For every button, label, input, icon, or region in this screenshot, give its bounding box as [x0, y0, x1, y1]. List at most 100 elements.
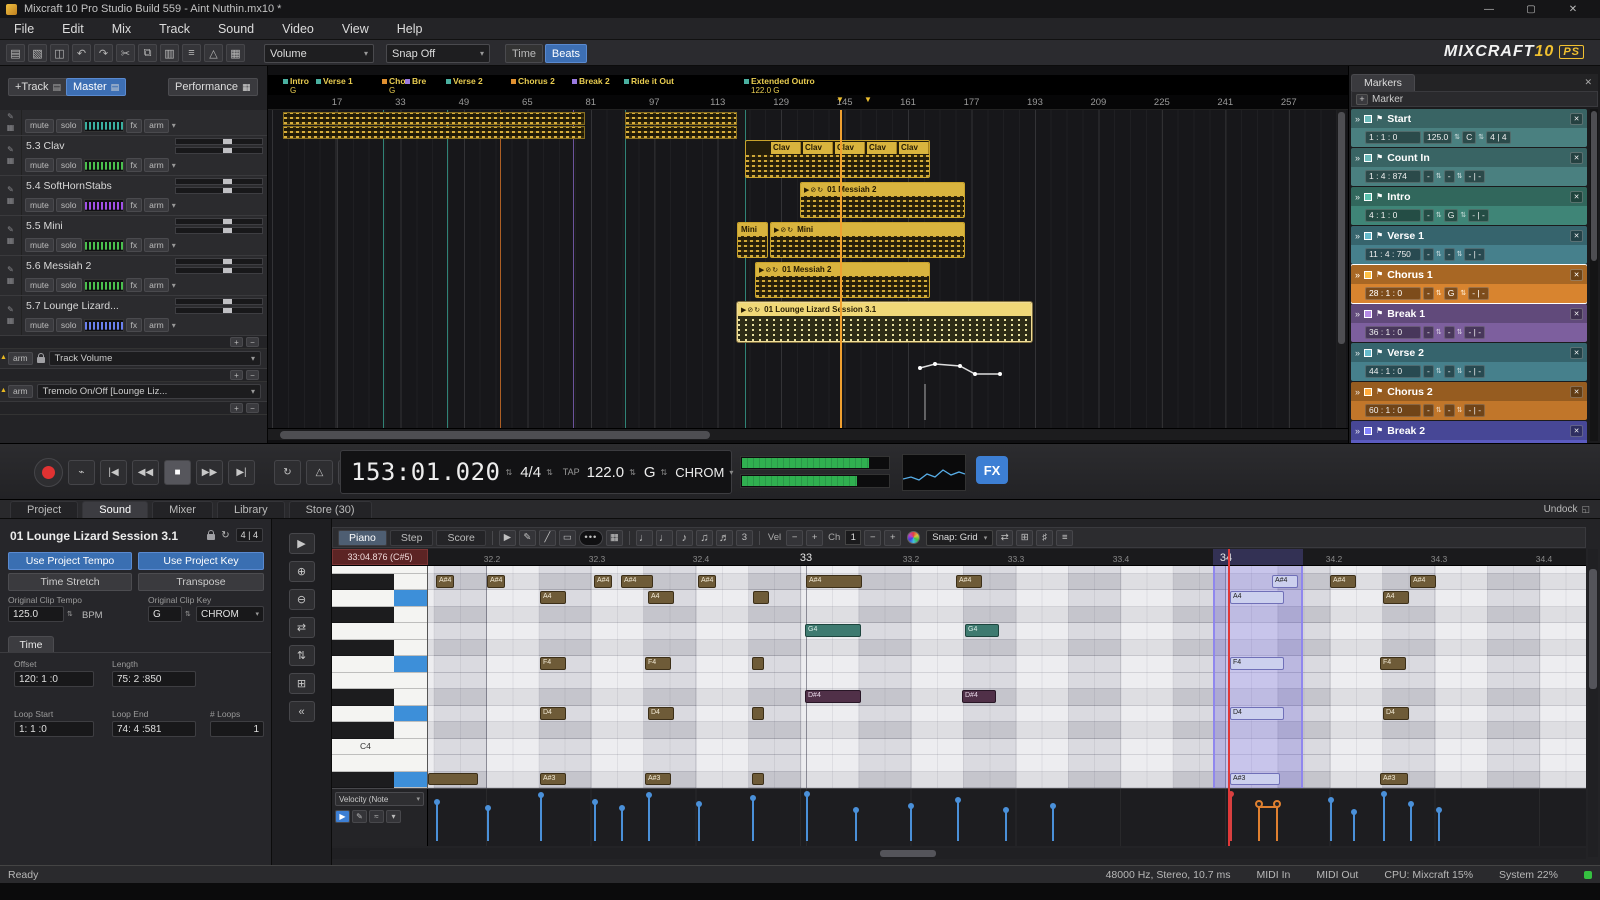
velocity-play-button[interactable]: ▶ — [335, 810, 350, 823]
clip-grid[interactable]: ClavClavClavClavClav▶⊘↻01 Messiah 2Mini▶… — [268, 110, 1348, 428]
timeline-ruler[interactable]: 1733496581971131291451611771932092252412… — [268, 95, 1348, 110]
midi-keyboard-icon[interactable]: ▦ — [226, 44, 245, 62]
clip-01-lounge-lizard-session-3-1[interactable]: ▶⊘↻01 Lounge Lizard Session 3.1 — [737, 302, 1032, 342]
midi-note-f4[interactable]: F4 — [540, 657, 566, 670]
velocity-stem[interactable] — [855, 811, 857, 841]
loop-record-button[interactable]: ⌁ — [68, 460, 95, 485]
remove-automation-lane-button[interactable]: − — [246, 403, 259, 413]
song-marker-chorus-2[interactable]: Chorus 2 — [511, 76, 555, 86]
instrument-icon[interactable]: ▦ — [7, 197, 15, 205]
midi-note-a-3[interactable] — [752, 773, 764, 786]
new-project-icon[interactable]: ▤ — [6, 44, 25, 62]
marker-color-chip[interactable] — [1364, 388, 1372, 396]
piano-roll-snap-select[interactable]: Snap: Grid▾ — [926, 530, 993, 546]
track-slider[interactable] — [175, 147, 263, 154]
clip-clav[interactable]: Clav — [867, 142, 897, 154]
menu-view[interactable]: View — [328, 18, 383, 40]
menu-file[interactable]: File — [0, 18, 48, 40]
use-project-key-button[interactable]: Use Project Key — [138, 552, 264, 570]
track-row-5-7-lounge-lizard[interactable]: ✎▦5.7 Lounge Lizard...mutesolofxarm▾ — [0, 296, 267, 336]
velocity-stem[interactable] — [1410, 805, 1412, 841]
marker-signature[interactable]: 4 | 4 — [1486, 131, 1510, 144]
song-marker-extended-outro[interactable]: Extended Outro122.0 G — [744, 76, 815, 95]
note-color-picker[interactable] — [907, 531, 920, 544]
midi-note-g4[interactable]: G4 — [965, 624, 999, 637]
marker-tempo[interactable]: - — [1423, 209, 1434, 222]
marker-delete-button[interactable]: ✕ — [1570, 230, 1583, 242]
pr-tab-step[interactable]: Step — [390, 530, 434, 546]
lock-icon[interactable] — [207, 534, 215, 540]
loop-marker-icon[interactable]: ▼ — [836, 95, 844, 104]
time-stretch-button[interactable]: Time Stretch — [8, 573, 132, 591]
pr-tab-piano[interactable]: Piano — [338, 530, 387, 546]
midi-note-a4[interactable]: A4 — [1383, 591, 1409, 604]
edit-icon[interactable]: ✎ — [7, 306, 14, 314]
velocity-stem[interactable] — [540, 796, 542, 841]
piano-key-f-4[interactable] — [332, 640, 427, 656]
midi-note-a-4[interactable]: A#4 — [1330, 575, 1356, 588]
velocity-stem[interactable] — [752, 799, 754, 841]
midi-note-a-4[interactable]: A#4 — [487, 575, 505, 588]
clip-mini[interactable]: ▶⊘↻Mini — [770, 222, 965, 258]
marker-reorder-icon[interactable]: » — [1355, 270, 1360, 280]
velocity-stem[interactable] — [487, 809, 489, 841]
velocity-lane[interactable]: Velocity (Note▾ ▶✎≈▾ — [332, 788, 1586, 846]
marker-color-chip[interactable] — [1364, 271, 1372, 279]
add-marker-button[interactable]: + Marker — [1351, 91, 1598, 107]
marker-tempo[interactable]: - — [1423, 326, 1434, 339]
time-mode-button[interactable]: Time — [505, 44, 543, 63]
menu-mix[interactable]: Mix — [98, 18, 145, 40]
marker-position[interactable]: 1 : 1 : 0 — [1365, 131, 1421, 144]
marker-key[interactable]: - — [1444, 404, 1455, 417]
velocity-stem[interactable] — [436, 803, 438, 841]
song-marker-verse-1[interactable]: Verse 1 — [316, 76, 353, 86]
markers-scrollbar[interactable] — [1590, 109, 1598, 441]
arm-button[interactable]: arm — [144, 278, 169, 292]
zoom-out-button[interactable]: ⊖ — [289, 589, 315, 610]
tuplet-button[interactable]: 3 — [736, 530, 753, 546]
midi-note-a-4[interactable]: A#4 — [806, 575, 862, 588]
marker-signature[interactable]: - | - — [1464, 248, 1485, 261]
remove-automation-lane-button[interactable]: − — [246, 370, 259, 380]
stop-button[interactable]: ■ — [164, 460, 191, 485]
song-marker-break-2[interactable]: Break 2 — [572, 76, 610, 86]
marker-item-verse-2[interactable]: »⚑Verse 2✕44 : 1 : 0-⇅-⇅- | - — [1351, 343, 1587, 381]
chord-mode-toggle[interactable]: ••• — [579, 530, 603, 546]
track-options-caret[interactable]: ▾ — [172, 281, 176, 290]
close-button[interactable]: ✕ — [1552, 0, 1594, 18]
velocity-stem[interactable] — [1052, 807, 1054, 841]
marker-tempo[interactable]: - — [1423, 365, 1434, 378]
chevron-down-icon[interactable]: ▾ — [729, 468, 733, 477]
marker-color-chip[interactable] — [1364, 154, 1372, 162]
cut-icon[interactable]: ✂ — [116, 44, 135, 62]
whole-note-button[interactable]: ♩ — [636, 530, 653, 546]
marker-reorder-icon[interactable]: » — [1355, 348, 1360, 358]
velocity-stem[interactable] — [698, 805, 700, 841]
quarter-note-button[interactable]: ♪ — [676, 530, 693, 546]
scale-display[interactable]: CHROM — [675, 465, 724, 480]
track-options-caret[interactable]: ▾ — [172, 121, 176, 130]
track-options-caret[interactable]: ▾ — [172, 241, 176, 250]
midi-note-f4[interactable] — [752, 657, 764, 670]
offset-field[interactable]: 120: 1 :0 — [14, 671, 94, 687]
go-to-start-button[interactable]: |◀ — [100, 460, 127, 485]
velocity-stem[interactable] — [1005, 811, 1007, 841]
midi-note-d-4[interactable]: D#4 — [962, 690, 996, 703]
midi-note-a4[interactable]: A4 — [648, 591, 674, 604]
menu-edit[interactable]: Edit — [48, 18, 98, 40]
playhead[interactable] — [840, 110, 842, 428]
redo-icon[interactable]: ↷ — [94, 44, 113, 62]
piano-roll-v-scrollbar[interactable] — [1588, 549, 1598, 857]
edit-icon[interactable]: ✎ — [7, 266, 14, 274]
midi-note-a-3[interactable]: A#3 — [1380, 773, 1408, 786]
tab-mixer[interactable]: Mixer — [152, 501, 213, 518]
solo-button[interactable]: solo — [56, 318, 82, 332]
midi-note-a-4[interactable]: A#4 — [436, 575, 454, 588]
undo-icon[interactable]: ↶ — [72, 44, 91, 62]
fast-forward-button[interactable]: ▶▶ — [196, 460, 223, 485]
edit-icon[interactable]: ✎ — [7, 146, 14, 154]
midi-note-d4[interactable]: D4 — [648, 707, 674, 720]
mute-button[interactable]: mute — [25, 158, 54, 172]
velocity-stem[interactable] — [594, 803, 596, 841]
marker-key[interactable]: G — [1444, 287, 1459, 300]
